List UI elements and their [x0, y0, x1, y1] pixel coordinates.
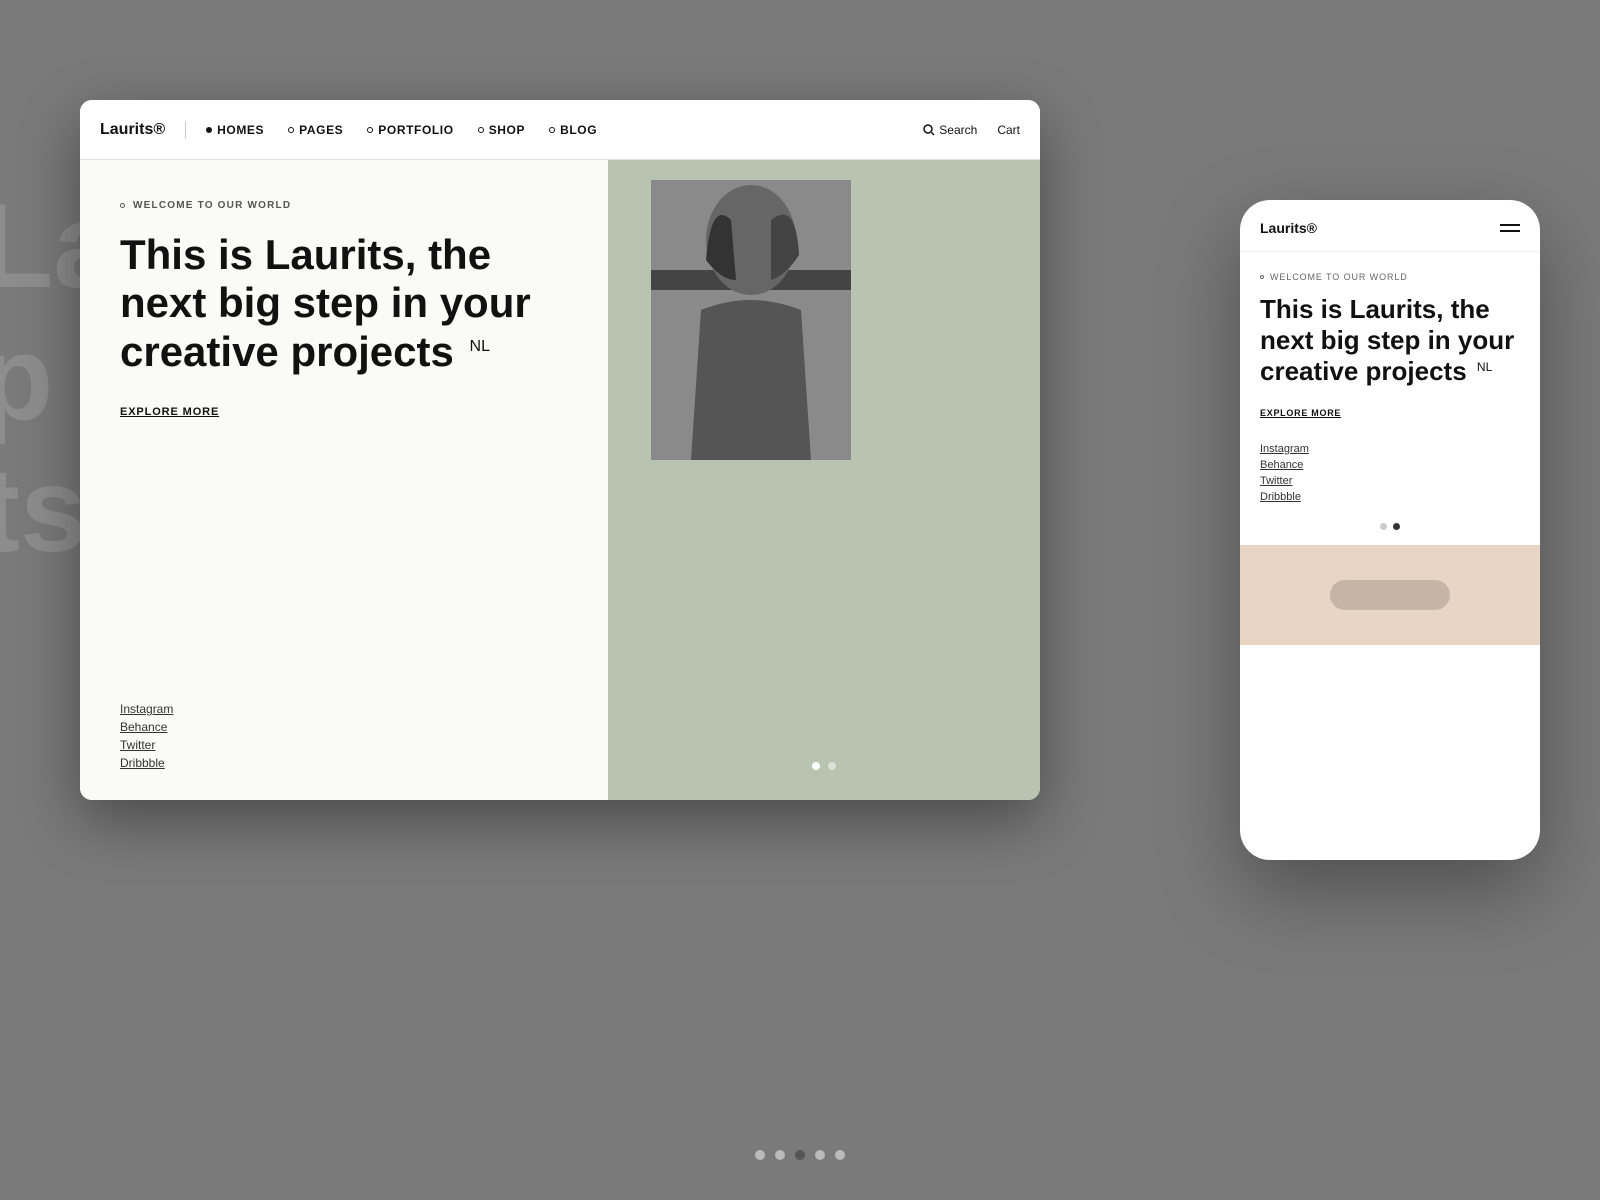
explore-link[interactable]: EXPLORE MORE [120, 406, 568, 418]
social-link-instagram[interactable]: Instagram [120, 702, 568, 716]
hero-nl-badge: NL [470, 338, 490, 355]
nav-dot-blog [549, 127, 555, 133]
phone-bottom-panel [1240, 545, 1540, 645]
nav-link-portfolio[interactable]: PORTFOLIO [367, 123, 453, 137]
hamburger-menu[interactable] [1500, 224, 1520, 232]
hamburger-line-1 [1500, 224, 1520, 226]
phone-social-instagram[interactable]: Instagram [1260, 443, 1520, 455]
nav-right: Search Cart [923, 123, 1020, 137]
phone-nl-badge: NL [1477, 360, 1492, 374]
phone-social-behance[interactable]: Behance [1260, 459, 1520, 471]
phone-welcome-dot [1260, 275, 1264, 279]
phone-dot-1[interactable] [1380, 523, 1387, 530]
nav-link-shop[interactable]: SHOP [478, 123, 525, 137]
nav-link-pages[interactable]: PAGES [288, 123, 343, 137]
phone-navbar: Laurits® [1240, 200, 1540, 252]
browser-window: Laurits® HOMES PAGES PORTFOLIO SHOP BLOG [80, 100, 1040, 800]
phone-social-links: Instagram Behance Twitter Dribbble [1260, 443, 1520, 503]
social-link-behance[interactable]: Behance [120, 720, 568, 734]
welcome-dot [120, 203, 125, 208]
nav-link-homes[interactable]: HOMES [206, 123, 264, 137]
nav-dot-pages [288, 127, 294, 133]
social-link-dribbble[interactable]: Dribbble [120, 756, 568, 770]
social-link-twitter[interactable]: Twitter [120, 738, 568, 752]
nav-dot-shop [478, 127, 484, 133]
bottom-dot-5[interactable] [835, 1150, 845, 1160]
phone-social-twitter[interactable]: Twitter [1260, 475, 1520, 487]
nav-logo: Laurits® [100, 121, 186, 139]
left-panel: WELCOME TO OUR WORLD This is Laurits, th… [80, 160, 608, 800]
nav-links: HOMES PAGES PORTFOLIO SHOP BLOG [206, 123, 923, 137]
phone-logo: Laurits® [1260, 220, 1317, 236]
hero-title: This is Laurits, the next big step in yo… [120, 231, 568, 376]
nav-search[interactable]: Search [923, 123, 977, 137]
bottom-dot-1[interactable] [755, 1150, 765, 1160]
bottom-dot-2[interactable] [775, 1150, 785, 1160]
phone-explore-link[interactable]: EXPLORE MORE [1260, 408, 1520, 418]
bottom-dot-3[interactable] [795, 1150, 805, 1160]
slide-dot-2[interactable] [828, 762, 836, 770]
phone-hero-title: This is Laurits, the next big step in yo… [1260, 294, 1520, 388]
navbar: Laurits® HOMES PAGES PORTFOLIO SHOP BLOG [80, 100, 1040, 160]
slide-dot-1[interactable] [812, 762, 820, 770]
phone-mockup: Laurits® WELCOME TO OUR WORLD This is La… [1240, 200, 1540, 860]
welcome-badge: WELCOME TO OUR WORLD [120, 200, 568, 211]
slide-dots [812, 762, 836, 770]
phone-slide-dots [1260, 523, 1520, 530]
nav-dot-homes [206, 127, 212, 133]
nav-link-blog[interactable]: BLOG [549, 123, 597, 137]
nav-cart[interactable]: Cart [997, 123, 1020, 137]
person-svg [651, 180, 851, 460]
hamburger-line-2 [1500, 230, 1520, 232]
phone-welcome-badge: WELCOME TO OUR WORLD [1260, 272, 1520, 282]
bottom-dots-row [755, 1150, 845, 1160]
phone-content: WELCOME TO OUR WORLD This is Laurits, th… [1240, 252, 1540, 665]
person-image [651, 180, 851, 460]
right-panel [608, 160, 1040, 800]
social-links: Instagram Behance Twitter Dribbble [120, 702, 568, 770]
phone-dot-2[interactable] [1393, 523, 1400, 530]
phone-inner-device [1330, 580, 1450, 610]
nav-dot-portfolio [367, 127, 373, 133]
main-content: WELCOME TO OUR WORLD This is Laurits, th… [80, 160, 1040, 800]
bottom-dot-4[interactable] [815, 1150, 825, 1160]
search-icon [923, 124, 935, 136]
phone-social-dribbble[interactable]: Dribbble [1260, 491, 1520, 503]
